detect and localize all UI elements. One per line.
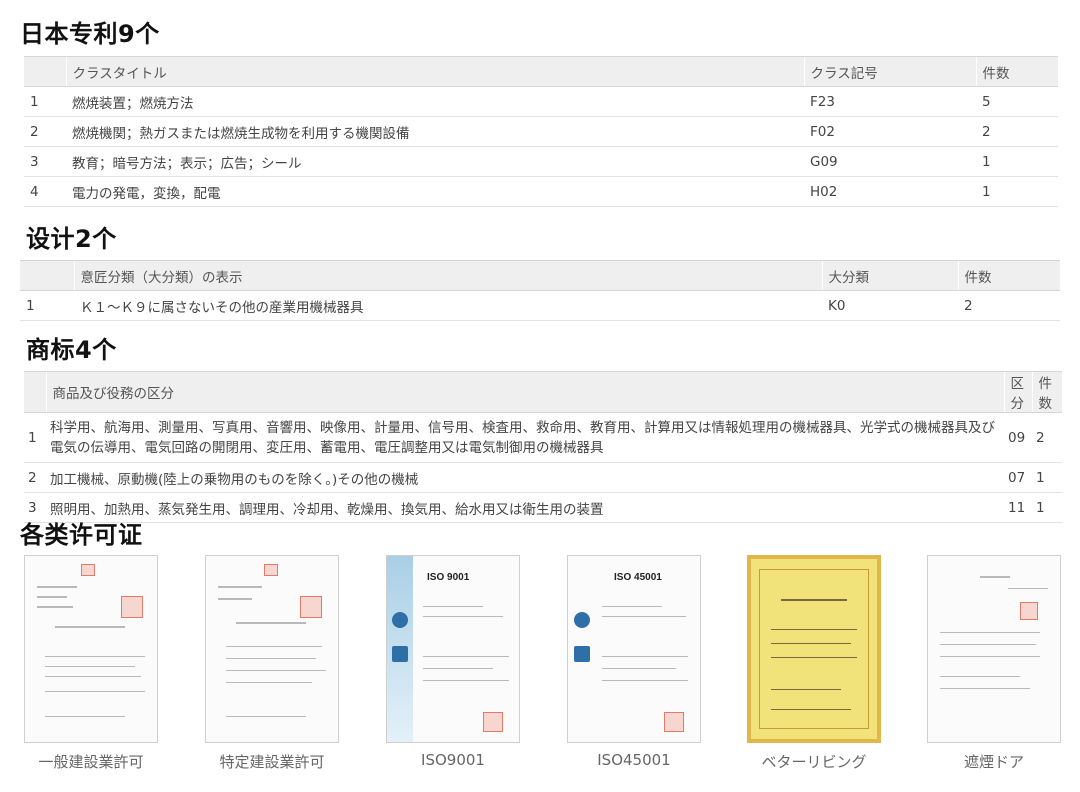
class-number: 07 [1004, 462, 1032, 493]
count: 1 [1032, 492, 1062, 523]
trademarks-title: 商标4个 [26, 336, 117, 364]
patents-table: クラスタイトル クラス記号 件数 1 燃焼装置；燃焼方法 F23 5 2 燃焼機… [24, 56, 1058, 207]
certificate-image: ISO 9001 [386, 555, 520, 743]
license-caption: 特定建設業許可 [219, 753, 325, 771]
col-header [24, 56, 66, 87]
certificate-image: ISO 45001 [567, 555, 701, 743]
license-smoke-door[interactable]: 遮煙ドア [927, 555, 1061, 772]
table-row: 1 燃焼装置；燃焼方法 F23 5 [24, 86, 1058, 117]
license-caption: ISO45001 [597, 751, 671, 769]
count: 2 [1032, 412, 1062, 463]
row-index: 2 [24, 462, 46, 493]
table-header-row: 商品及び役務の区分 区分 件数 [24, 371, 1062, 413]
goods-services: 加工機械、原動機(陸上の乗物用のものを除く。)その他の機械 [46, 462, 1004, 493]
goods-services: 科学用、航海用、測量用、写真用、音響用、映像用、計量用、信号用、検査用、救命用、… [46, 412, 1004, 463]
col-header: 区分 [1003, 371, 1032, 413]
table-header-row: クラスタイトル クラス記号 件数 [24, 56, 1058, 87]
license-better-living[interactable]: ベターリビング [747, 555, 881, 772]
count: 2 [976, 116, 1058, 147]
count: 5 [976, 86, 1058, 117]
certificate-image [24, 555, 158, 743]
col-header: クラス記号 [803, 56, 976, 87]
class-title: 教育；暗号方法；表示；広告；シール [66, 146, 804, 177]
class-code: F23 [804, 86, 976, 117]
class-code: G09 [804, 146, 976, 177]
license-specific-construction[interactable]: 特定建設業許可 [205, 555, 339, 772]
license-iso9001[interactable]: ISO 9001 ISO9001 [386, 555, 520, 769]
class-title: 燃焼機関；熱ガスまたは燃焼生成物を利用する機関設備 [66, 116, 804, 147]
certificate-image [927, 555, 1061, 743]
col-header: 意匠分類（大分類）の表示 [73, 260, 822, 291]
class-title: 電力の発電，変換，配電 [66, 176, 804, 207]
license-caption: ベターリビング [761, 753, 867, 771]
trademarks-table: 商品及び役務の区分 区分 件数 1 科学用、航海用、測量用、写真用、音響用、映像… [24, 371, 1062, 523]
row-index: 1 [24, 86, 66, 117]
certificate-image [205, 555, 339, 743]
license-caption: ISO9001 [421, 751, 485, 769]
col-header: 件数 [975, 56, 1058, 87]
table-row: 1 Ｋ１～Ｋ９に属さないその他の産業用機械器具 K0 2 [20, 290, 1060, 321]
design-class-code: K0 [822, 290, 958, 321]
table-header-row: 意匠分類（大分類）の表示 大分類 件数 [20, 260, 1060, 291]
table-row: 4 電力の発電，変換，配電 H02 1 [24, 176, 1058, 207]
iso-heading: ISO 45001 [614, 572, 662, 583]
class-code: H02 [804, 176, 976, 207]
patents-title: 日本专利9个 [20, 20, 160, 48]
col-header: クラスタイトル [65, 56, 804, 87]
iso-heading: ISO 9001 [427, 572, 470, 583]
license-caption: 遮煙ドア [963, 753, 1024, 771]
designs-title: 设计2个 [26, 225, 117, 253]
class-number: 11 [1004, 492, 1032, 523]
row-index: 2 [24, 116, 66, 147]
table-row: 1 科学用、航海用、測量用、写真用、音響用、映像用、計量用、信号用、検査用、救命… [24, 412, 1062, 463]
row-index: 1 [20, 290, 74, 321]
goods-services: 照明用、加熱用、蒸気発生用、調理用、冷却用、乾燥用、換気用、給水用又は衛生用の装… [46, 492, 1004, 523]
col-header: 大分類 [821, 260, 958, 291]
license-general-construction[interactable]: 一般建設業許可 [24, 555, 158, 772]
certificate-image [747, 555, 881, 743]
col-header [24, 371, 46, 413]
class-number: 09 [1004, 412, 1032, 463]
row-index: 3 [24, 146, 66, 177]
col-header [20, 260, 74, 291]
licenses-title: 各类许可证 [20, 521, 143, 549]
class-title: 燃焼装置；燃焼方法 [66, 86, 804, 117]
count: 2 [958, 290, 1060, 321]
count: 1 [976, 176, 1058, 207]
col-header: 件数 [1031, 371, 1062, 413]
count: 1 [976, 146, 1058, 177]
table-row: 2 加工機械、原動機(陸上の乗物用のものを除く。)その他の機械 07 1 [24, 462, 1062, 493]
designs-table: 意匠分類（大分類）の表示 大分類 件数 1 Ｋ１～Ｋ９に属さないその他の産業用機… [20, 260, 1060, 321]
license-iso45001[interactable]: ISO 45001 ISO45001 [567, 555, 701, 769]
design-class-title: Ｋ１～Ｋ９に属さないその他の産業用機械器具 [74, 290, 822, 321]
row-index: 4 [24, 176, 66, 207]
row-index: 1 [24, 412, 46, 463]
license-caption: 一般建設業許可 [38, 753, 144, 771]
table-row: 3 照明用、加熱用、蒸気発生用、調理用、冷却用、乾燥用、換気用、給水用又は衛生用… [24, 492, 1062, 523]
col-header: 商品及び役務の区分 [45, 371, 1004, 413]
class-code: F02 [804, 116, 976, 147]
table-row: 3 教育；暗号方法；表示；広告；シール G09 1 [24, 146, 1058, 177]
count: 1 [1032, 462, 1062, 493]
table-row: 2 燃焼機関；熱ガスまたは燃焼生成物を利用する機関設備 F02 2 [24, 116, 1058, 147]
col-header: 件数 [957, 260, 1060, 291]
